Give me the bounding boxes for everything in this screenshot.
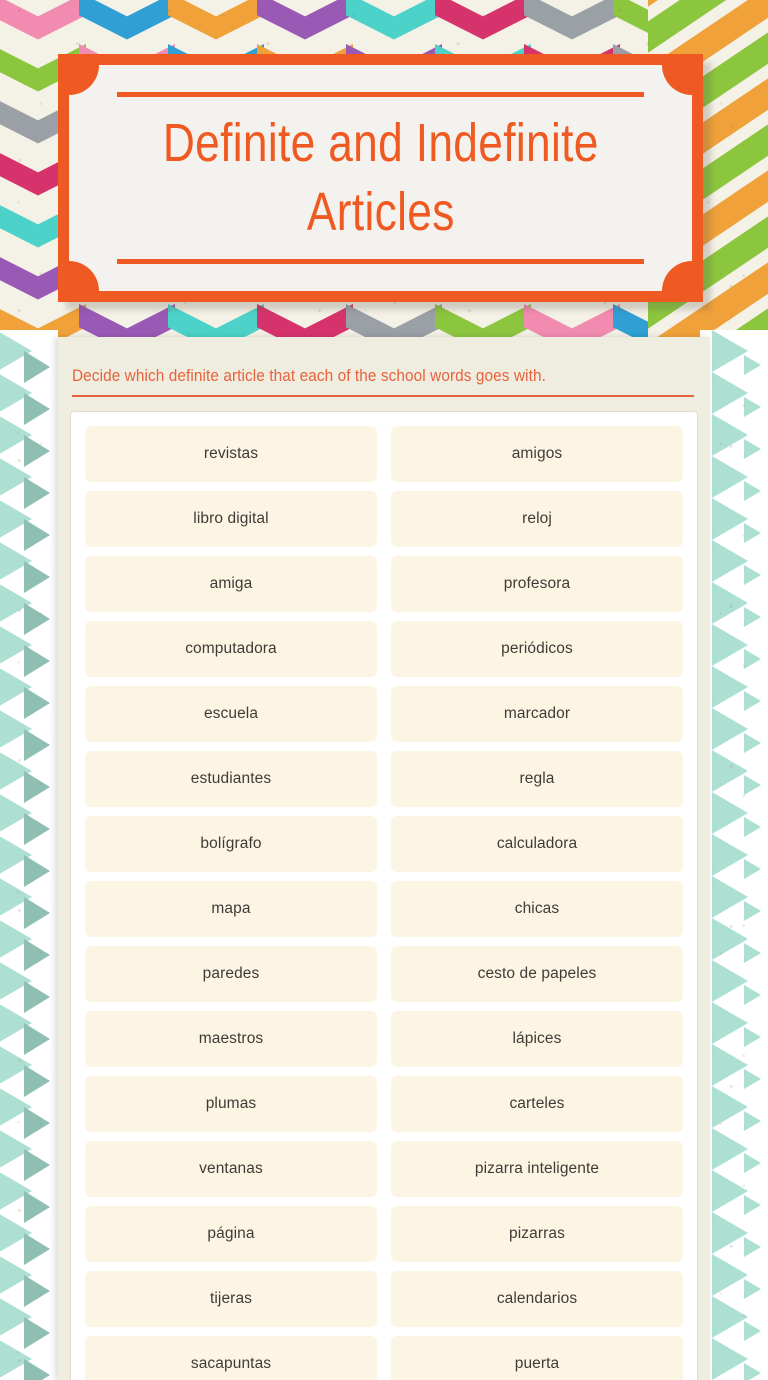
title-banner: Definite and Indefinite Articles bbox=[58, 54, 703, 302]
word-tile[interactable]: amiga bbox=[85, 556, 377, 612]
word-tile[interactable]: puerta bbox=[391, 1336, 683, 1380]
word-tile[interactable]: página bbox=[85, 1206, 377, 1262]
word-tile[interactable]: regla bbox=[391, 751, 683, 807]
words-card: revistas amigos libro digital reloj amiga pro… bbox=[70, 411, 698, 1380]
word-tile[interactable]: revistas bbox=[85, 426, 377, 482]
corner-notch-bottom-left-icon bbox=[69, 261, 99, 291]
word-tile[interactable]: pizarra inteligente bbox=[391, 1141, 683, 1197]
word-tile[interactable]: lápices bbox=[391, 1011, 683, 1067]
word-tile[interactable]: paredes bbox=[85, 946, 377, 1002]
word-tile[interactable]: computadora bbox=[85, 621, 377, 677]
word-tile[interactable]: maestros bbox=[85, 1011, 377, 1067]
word-tile[interactable]: ventanas bbox=[85, 1141, 377, 1197]
word-tile[interactable]: calculadora bbox=[391, 816, 683, 872]
left-triangle-rail bbox=[0, 330, 58, 1380]
word-tile[interactable]: amigos bbox=[391, 426, 683, 482]
word-tile[interactable]: carteles bbox=[391, 1076, 683, 1132]
word-grid: revistas amigos libro digital reloj amiga pro… bbox=[85, 426, 683, 1380]
right-triangle-rail bbox=[700, 330, 768, 1380]
title-banner-inner: Definite and Indefinite Articles bbox=[69, 65, 692, 291]
word-tile[interactable]: estudiantes bbox=[85, 751, 377, 807]
word-tile[interactable]: escuela bbox=[85, 686, 377, 742]
word-tile[interactable]: libro digital bbox=[85, 491, 377, 547]
word-tile[interactable]: pizarras bbox=[391, 1206, 683, 1262]
instruction-text: Decide which definite article that each … bbox=[72, 367, 546, 385]
word-tile[interactable]: sacapuntas bbox=[85, 1336, 377, 1380]
corner-notch-bottom-right-icon bbox=[662, 261, 692, 291]
instruction-area: Decide which definite article that each … bbox=[58, 337, 710, 397]
word-tile[interactable]: tijeras bbox=[85, 1271, 377, 1327]
corner-notch-top-left-icon bbox=[69, 65, 99, 95]
word-tile[interactable]: plumas bbox=[85, 1076, 377, 1132]
word-tile[interactable]: chicas bbox=[391, 881, 683, 937]
word-tile[interactable]: profesora bbox=[391, 556, 683, 612]
word-tile[interactable]: mapa bbox=[85, 881, 377, 937]
word-tile[interactable]: reloj bbox=[391, 491, 683, 547]
word-tile[interactable]: calendarios bbox=[391, 1271, 683, 1327]
word-tile[interactable]: marcador bbox=[391, 686, 683, 742]
banner-rule-top bbox=[117, 92, 644, 97]
word-tile[interactable]: bolígrafo bbox=[85, 816, 377, 872]
instruction-divider bbox=[72, 395, 694, 397]
word-tile[interactable]: cesto de papeles bbox=[391, 946, 683, 1002]
corner-notch-top-right-icon bbox=[662, 65, 692, 95]
worksheet-panel: Decide which definite article that each … bbox=[58, 337, 710, 1380]
page-title: Definite and Indefinite Articles bbox=[162, 112, 599, 242]
banner-rule-bottom bbox=[117, 259, 644, 264]
word-tile[interactable]: periódicos bbox=[391, 621, 683, 677]
